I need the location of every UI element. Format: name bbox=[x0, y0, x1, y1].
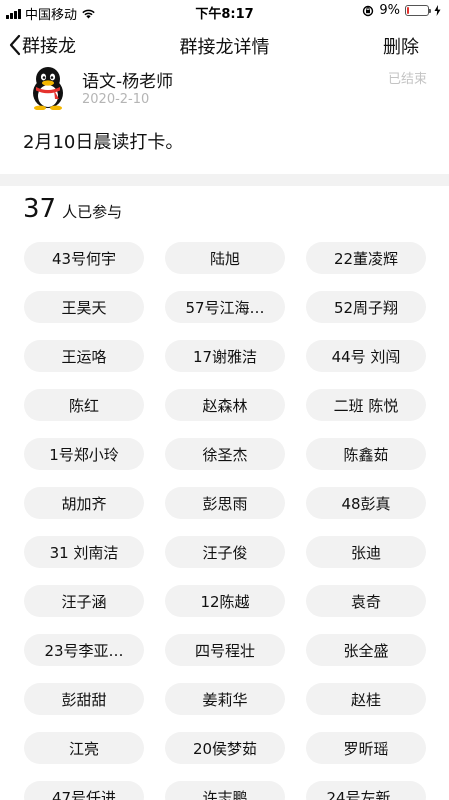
participant-chip[interactable]: 1号郑小玲 bbox=[24, 438, 144, 470]
participant-chip[interactable]: 姜莉华 bbox=[165, 683, 285, 715]
participant-chip[interactable]: 44号 刘闯 bbox=[306, 340, 426, 372]
participant-chip[interactable]: 四号程壮 bbox=[165, 634, 285, 666]
participant-grid: 43号何宇 陆旭 22董凌辉 王昊天 57号江海… 52周子翔 王运咯 17谢雅… bbox=[24, 242, 426, 800]
participant-chip[interactable]: 43号何宇 bbox=[24, 242, 144, 274]
participant-chip[interactable]: 22董凌辉 bbox=[306, 242, 426, 274]
participant-chip[interactable]: 胡加齐 bbox=[24, 487, 144, 519]
participant-count: 37 bbox=[23, 194, 57, 224]
post-content: 2月10日晨读打卡。 bbox=[23, 132, 184, 153]
participant-chip[interactable]: 江亮 bbox=[24, 732, 144, 764]
participant-chip[interactable]: 张全盛 bbox=[306, 634, 426, 666]
participant-chip[interactable]: 57号江海… bbox=[165, 291, 285, 323]
participant-chip[interactable]: 汪子涵 bbox=[24, 585, 144, 617]
participant-chip[interactable]: 48彭真 bbox=[306, 487, 426, 519]
post-date: 2020-2-10 bbox=[82, 92, 150, 107]
participant-count-label: 人已参与 bbox=[62, 203, 123, 221]
status-badge: 已结束 bbox=[387, 72, 427, 87]
nav-bar: 群接龙 群接龙详情 删除 bbox=[0, 22, 449, 66]
participant-chip[interactable]: 彭思雨 bbox=[165, 487, 285, 519]
charging-bolt-icon bbox=[434, 5, 441, 16]
participant-chip[interactable]: 17谢雅洁 bbox=[165, 340, 285, 372]
participant-chip[interactable]: 许志鹏 bbox=[165, 781, 285, 800]
participant-count-row: 37 人已参与 bbox=[23, 194, 122, 224]
participant-chip[interactable]: 24号左新… bbox=[306, 781, 426, 800]
participant-chip[interactable]: 陈红 bbox=[24, 389, 144, 421]
participant-chip[interactable]: 31 刘南洁 bbox=[24, 536, 144, 568]
participant-chip[interactable]: 汪子俊 bbox=[165, 536, 285, 568]
back-label: 群接龙 bbox=[22, 36, 76, 57]
participant-chip[interactable]: 陆旭 bbox=[165, 242, 285, 274]
participant-chip[interactable]: 罗昕瑶 bbox=[306, 732, 426, 764]
section-divider bbox=[0, 174, 449, 186]
post-header: 语文-杨老师 2020-2-10 已结束 2月10日晨读打卡。 bbox=[0, 66, 449, 174]
participant-chip[interactable]: 袁奇 bbox=[306, 585, 426, 617]
avatar[interactable] bbox=[28, 66, 68, 110]
participant-chip[interactable]: 20侯梦茹 bbox=[165, 732, 285, 764]
delete-button[interactable]: 删除 bbox=[383, 33, 419, 59]
teacher-name: 语文-杨老师 bbox=[82, 72, 174, 92]
participant-chip[interactable]: 张迪 bbox=[306, 536, 426, 568]
battery-percent: 9% bbox=[379, 3, 400, 18]
participant-chip[interactable]: 二班 陈悦 bbox=[306, 389, 426, 421]
status-bar: 中国移动 下午8:17 9% bbox=[0, 0, 449, 23]
participant-chip[interactable]: 王昊天 bbox=[24, 291, 144, 323]
participant-chip[interactable]: 赵森林 bbox=[165, 389, 285, 421]
participant-chip[interactable]: 47号任进 bbox=[24, 781, 144, 800]
participant-chip[interactable]: 52周子翔 bbox=[306, 291, 426, 323]
battery-icon bbox=[405, 5, 431, 16]
participant-chip[interactable]: 徐圣杰 bbox=[165, 438, 285, 470]
status-bar-right: 9% bbox=[362, 3, 441, 18]
participant-chip[interactable]: 23号李亚… bbox=[24, 634, 144, 666]
back-button[interactable]: 群接龙 bbox=[8, 32, 76, 58]
participant-chip[interactable]: 王运咯 bbox=[24, 340, 144, 372]
participant-chip[interactable]: 12陈越 bbox=[165, 585, 285, 617]
orientation-lock-icon bbox=[363, 5, 374, 16]
chevron-left-icon bbox=[9, 34, 21, 56]
participant-chip[interactable]: 陈鑫茹 bbox=[306, 438, 426, 470]
battery-fill bbox=[407, 7, 410, 14]
participant-chip[interactable]: 彭甜甜 bbox=[24, 683, 144, 715]
participant-chip[interactable]: 赵桂 bbox=[306, 683, 426, 715]
